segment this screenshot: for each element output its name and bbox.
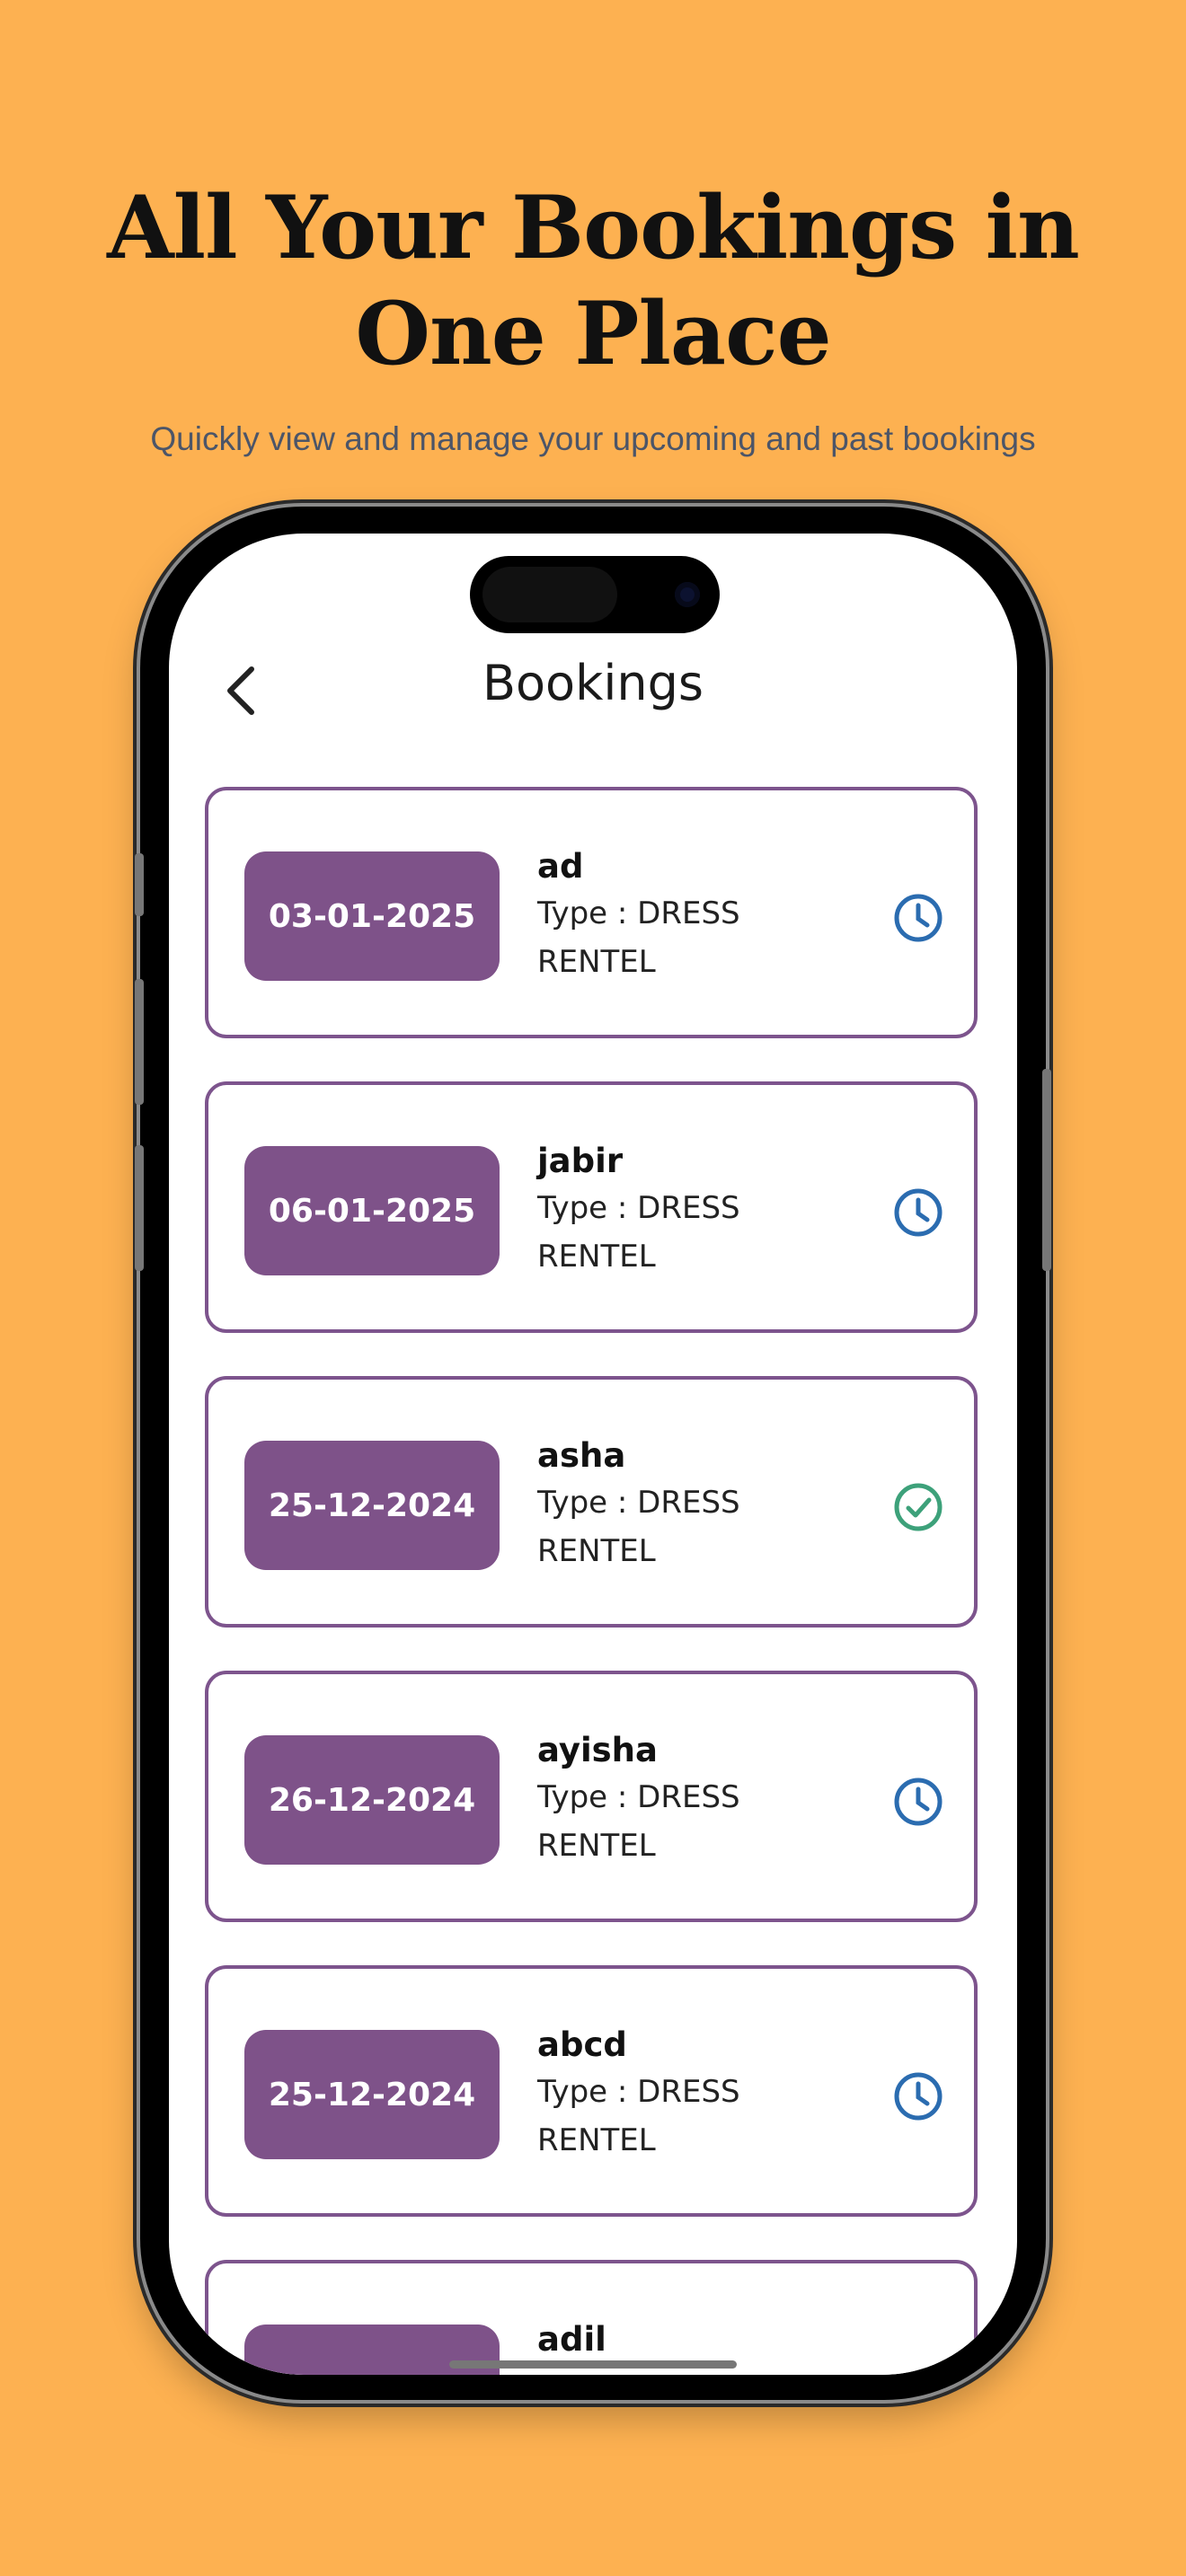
phone-volume-up-button xyxy=(135,979,144,1105)
date-badge: 03-01-2025 xyxy=(244,851,500,981)
dynamic-island xyxy=(470,556,720,633)
booking-card[interactable]: 06-01-2025 jabir Type : DRESS RENTEL xyxy=(205,1081,978,1333)
subheadline: Quickly view and manage your upcoming an… xyxy=(150,420,1036,457)
date-badge: 06-01-2025 xyxy=(244,1146,500,1275)
customer-name: abcd xyxy=(537,2025,627,2064)
booking-type: Type : DRESS RENTEL xyxy=(537,1485,740,1569)
customer-name: adil xyxy=(537,2320,606,2359)
clock-icon xyxy=(894,1778,943,1826)
booking-card[interactable]: 25-12-2024 asha Type : DRESS RENTEL xyxy=(205,1376,978,1628)
headline: All Your Bookings in One Place xyxy=(107,177,1080,384)
booking-card[interactable]: 03-01-2025 ad Type : DRESS RENTEL xyxy=(205,787,978,1038)
page-title: Bookings xyxy=(482,655,704,711)
customer-name: ad xyxy=(537,847,584,886)
customer-name: asha xyxy=(537,1436,626,1475)
date-badge: 25-12-2024 xyxy=(244,2030,500,2159)
phone-power-button xyxy=(1042,1069,1051,1271)
booking-card[interactable]: 26-12-2024 ayisha Type : DRESS RENTEL xyxy=(205,1671,978,1922)
phone-action-button xyxy=(135,853,144,916)
customer-name: ayisha xyxy=(537,1731,658,1769)
date-badge: 26-12-2024 xyxy=(244,1735,500,1865)
booking-type: Type : DRESS RENTEL xyxy=(537,895,740,980)
check-circle-icon xyxy=(894,1483,943,1531)
date-badge: 25-12-2024 xyxy=(244,1441,500,1570)
clock-icon xyxy=(894,2072,943,2121)
booking-card[interactable]: adil xyxy=(205,2260,978,2375)
clock-icon xyxy=(894,1188,943,1237)
booking-type: Type : DRESS RENTEL xyxy=(537,1779,740,1864)
camera-icon xyxy=(675,582,700,607)
booking-type: Type : DRESS RENTEL xyxy=(537,1190,740,1275)
clock-icon xyxy=(894,894,943,942)
phone-volume-down-button xyxy=(135,1145,144,1271)
app-screen: Bookings 03-01-2025 ad Type : DRESS RENT… xyxy=(169,534,1017,2375)
home-indicator[interactable] xyxy=(449,2360,737,2369)
booking-card[interactable]: 25-12-2024 abcd Type : DRESS RENTEL xyxy=(205,1965,978,2217)
customer-name: jabir xyxy=(537,1142,624,1180)
booking-type: Type : DRESS RENTEL xyxy=(537,2074,740,2158)
